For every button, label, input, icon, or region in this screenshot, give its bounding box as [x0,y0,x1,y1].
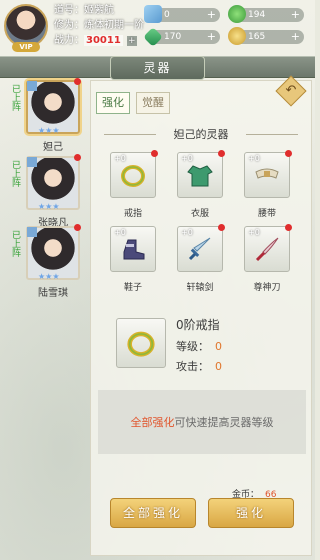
zhanli-value: 30011 [84,35,123,46]
hint-box: 全部强化 可快速提高灵器等级 [98,390,306,454]
add-diamond-button[interactable]: + [207,8,216,22]
equip-slot-boot[interactable]: +0 [110,226,156,272]
ring-icon [127,331,155,357]
tab-strengthen[interactable]: 强化 [96,92,130,114]
emerald-icon [143,27,163,47]
back-arrow-icon: ↶ [285,83,297,98]
equip-slot-sword[interactable]: +0 [177,224,225,272]
notification-dot [74,78,81,85]
character-item-daji[interactable]: 已上阵 ★★★ 妲己 [4,78,86,153]
add-jade-button[interactable]: + [291,8,300,22]
attack-value: 0 [215,360,222,373]
player-xiuwei: 修为：炼体初期一阶 [54,20,144,31]
player-daohao: 道号：姬紫航 [54,5,114,16]
strengthen-button[interactable]: 强化 [208,498,294,528]
equip-slot-belt[interactable]: +0 [244,150,292,198]
equip-level: +0 [114,228,126,237]
character-item-luxueqi[interactable]: 已上阵 ★★★ 陆雪琪 [4,224,86,299]
add-emerald-button[interactable]: + [207,30,216,44]
level-value: 0 [215,340,222,353]
selected-equip-name: 0阶戒指 [176,318,220,332]
equip-label: 尊神刀 [253,283,281,293]
equip-slot-robe[interactable]: +0 [177,150,225,198]
equip-label: 腰带 [257,209,276,219]
hint-highlight: 全部强化 [130,416,175,429]
equip-label: 鞋子 [123,283,142,293]
notification-dot [218,150,225,157]
notification-dot [285,150,292,157]
resource-value: 0 [164,10,170,20]
character-name: 陆雪琪 [38,288,68,299]
zhanli-label: 战力： [54,35,84,46]
equip-level: +0 [248,228,260,237]
diamond-icon [144,5,162,23]
equip-level: +0 [181,228,193,237]
equip-level-row: 等级： 0 [176,338,222,354]
hint-text: 可快速提高灵器等级 [174,416,274,429]
equip-slot-ring[interactable]: +0 [110,150,158,198]
equip-level: +0 [114,154,126,163]
element-icon [27,157,37,167]
tab-awaken[interactable]: 觉醒 [136,92,170,114]
element-icon [27,81,37,91]
player-info: 道号：姬紫航 修为：炼体初期一阶 战力： 30011 + [54,3,144,48]
star-rating: ★★★ [38,202,60,211]
level-label: 等级： [176,340,209,353]
notification-dot [74,224,81,231]
jade-icon [228,5,246,23]
equip-level: +0 [248,154,260,163]
top-bar: VIP 道号：姬紫航 修为：炼体初期一阶 战力： 30011 + 0 + 194 +… [0,0,315,54]
deployed-badge: 已上阵 [10,230,20,257]
notification-dot [285,224,292,231]
deployed-badge: 已上阵 [10,84,20,111]
equip-label: 轩辕剑 [186,283,214,293]
equip-label: 衣服 [190,209,209,219]
star-rating: ★★★ [38,126,60,135]
equip-attack-row: 攻击： 0 [176,358,222,374]
attack-label: 攻击： [176,360,209,373]
resource-coin: 165 + [228,27,304,45]
resource-value: 194 [248,10,266,20]
selected-equip-icon [116,318,166,368]
page-title: 灵器 [110,56,205,80]
element-icon [27,227,37,237]
resource-jade: 194 + [228,5,304,23]
equip-label: 戒指 [123,209,142,219]
vip-badge: VIP [12,42,40,52]
equip-level: +0 [181,154,193,163]
notification-dot [74,154,81,161]
player-zhanli: 战力： 30011 + [54,33,144,48]
zhanli-plus-button[interactable]: + [126,36,137,46]
coin-icon [228,27,246,45]
character-item-zhangxiaofan[interactable]: 已上阵 ★★★ 张晓凡 [4,154,86,229]
notification-dot [218,224,225,231]
character-name: 妲己 [43,142,63,153]
resource-emerald: 170 + [143,27,220,47]
resource-diamond: 0 + [144,5,220,23]
add-coin-button[interactable]: + [291,30,300,44]
resource-value: 170 [164,32,182,42]
notification-dot [151,150,158,157]
section-title: 妲己的灵器 [96,126,306,142]
deployed-badge: 已上阵 [10,160,20,187]
strengthen-all-button[interactable]: 全部强化 [110,498,196,528]
star-rating: ★★★ [38,272,60,281]
resource-value: 165 [248,32,266,42]
equip-slot-blade[interactable]: +0 [244,224,292,272]
